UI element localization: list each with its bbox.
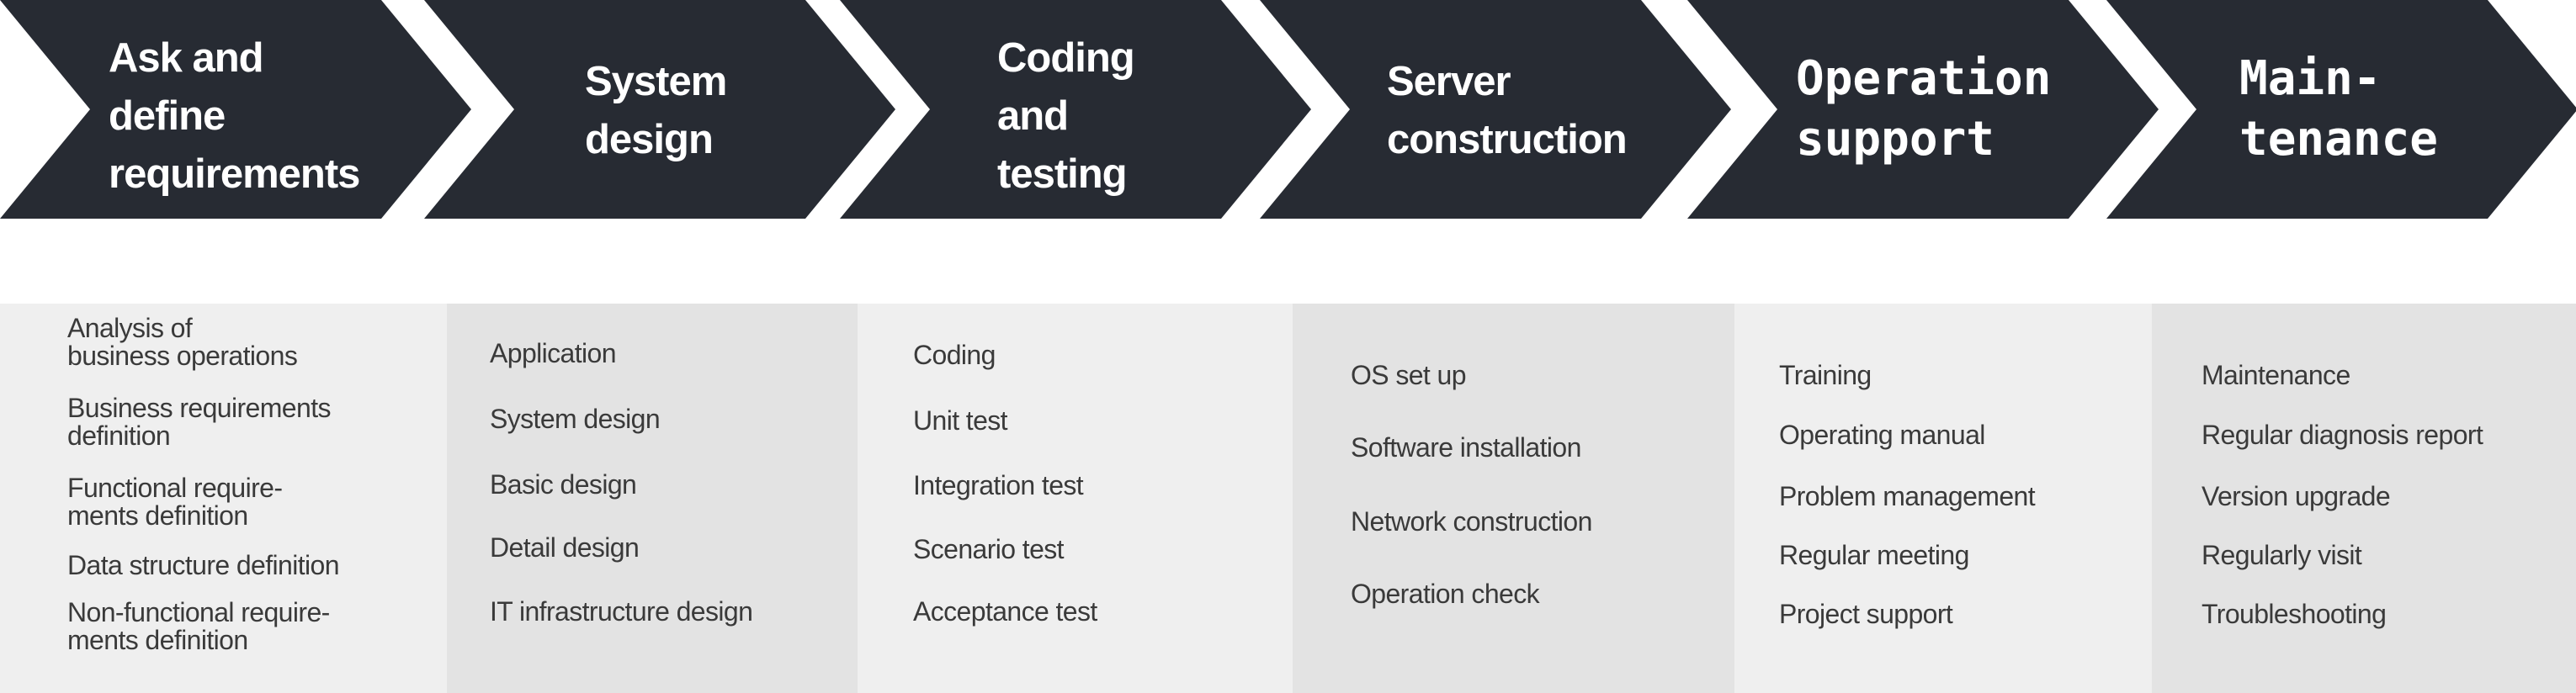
task-item: Non-functional require- ments definition: [67, 597, 330, 655]
task-item: Integration test: [913, 470, 1084, 500]
stage-title: Server construction: [1387, 59, 1628, 162]
task-item: Operation check: [1351, 579, 1540, 609]
task-item: Data structure definition: [67, 550, 340, 580]
task-item: Project support: [1779, 599, 1953, 629]
task-item: Detail design: [490, 532, 640, 563]
stage-title: Operation support: [1796, 51, 2052, 167]
process-diagram: Ask and define requirements Analysis of b…: [0, 0, 2576, 693]
task-item: IT infrastructure design: [490, 596, 753, 627]
task-item: Regular diagnosis report: [2202, 420, 2483, 450]
task-item: OS set up: [1351, 360, 1467, 390]
task-item: Problem management: [1779, 481, 2036, 511]
task-item: Scenario test: [913, 534, 1065, 564]
task-item: Functional require- ments definition: [67, 473, 283, 531]
stage-title: Ask and define requirements: [109, 35, 360, 197]
task-item: Basic design: [490, 469, 637, 500]
stage-title: Coding and testing: [997, 35, 1135, 197]
task-item: Regular meeting: [1779, 540, 1969, 570]
task-item: Operating manual: [1779, 420, 1985, 450]
task-item: Application: [490, 338, 617, 368]
task-item: Regularly visit: [2202, 540, 2362, 570]
chevron-row: [0, 0, 2576, 219]
task-item: Training: [1779, 360, 1872, 390]
stage-title: System design: [585, 59, 727, 162]
task-item: System design: [490, 404, 661, 434]
task-item: Unit test: [913, 405, 1008, 436]
task-item: Acceptance test: [913, 596, 1097, 627]
task-item: Network construction: [1351, 506, 1592, 537]
task-item: Version upgrade: [2202, 481, 2391, 511]
task-item: Coding: [913, 340, 996, 370]
task-item: Business requirements definition: [67, 393, 331, 451]
task-item: Analysis of business operations: [67, 313, 298, 371]
stage-title: Main- tenance: [2239, 51, 2439, 167]
task-item: Maintenance: [2202, 360, 2350, 390]
task-item: Software installation: [1351, 432, 1581, 463]
task-item: Troubleshooting: [2202, 599, 2387, 629]
